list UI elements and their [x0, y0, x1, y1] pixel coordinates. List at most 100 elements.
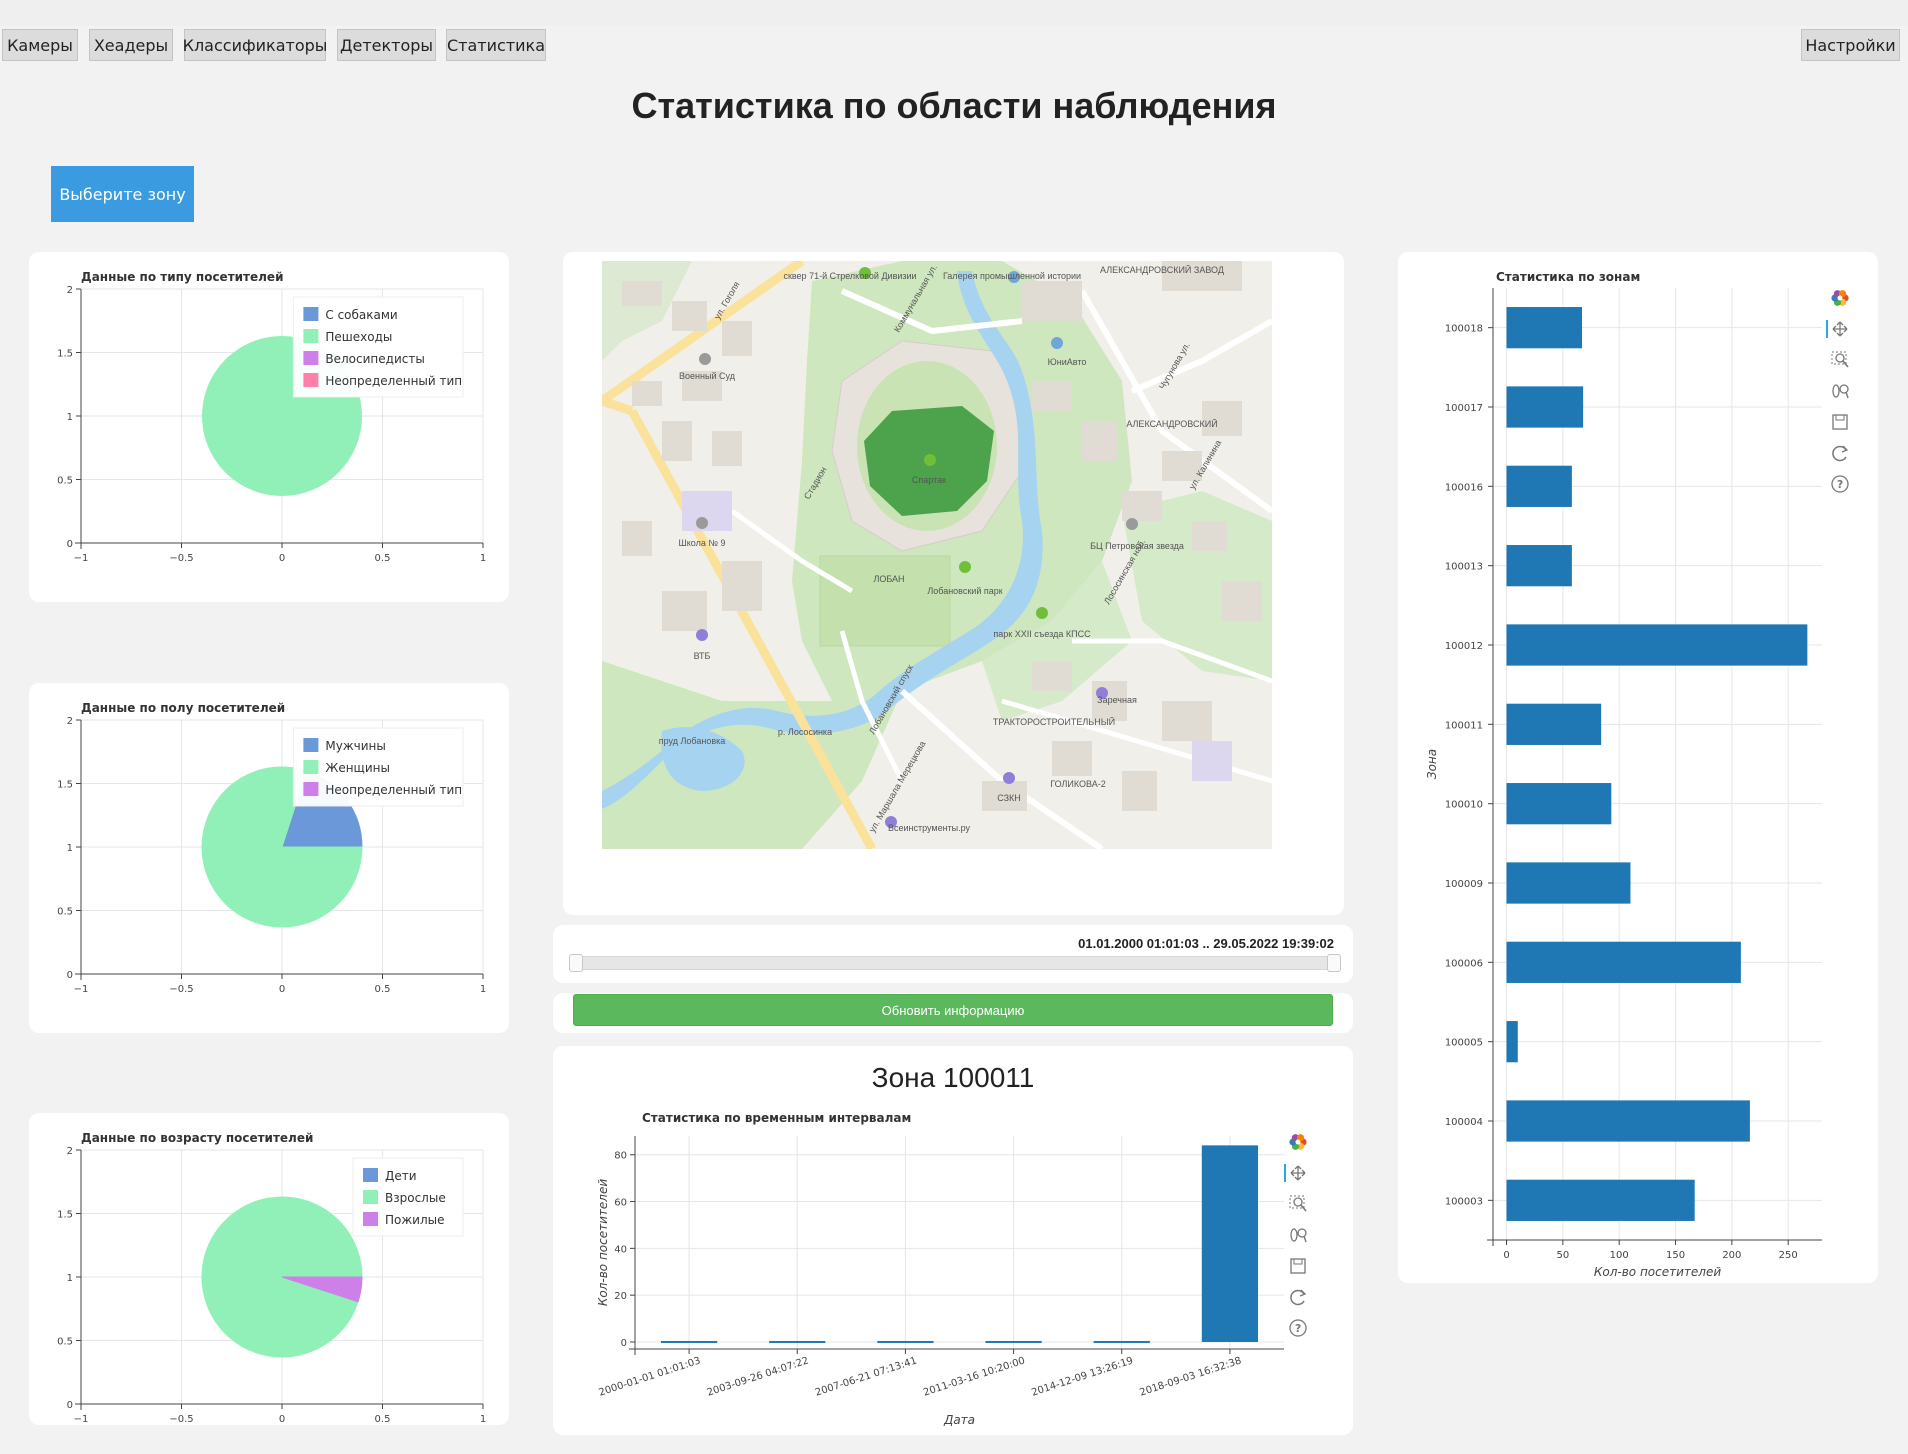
- map-label: пруд Лобановка: [658, 736, 726, 746]
- map-label: ул. Калинина: [1187, 438, 1224, 491]
- legend-swatch: [303, 307, 319, 321]
- map-label: Всеинструменты.ру: [887, 823, 971, 833]
- bokeh-logo-icon[interactable]: [1289, 1134, 1307, 1150]
- disk-label: [1293, 1258, 1303, 1265]
- y-tick-label: 0.5: [57, 1337, 73, 1348]
- legend-label: С собаками: [325, 308, 397, 322]
- time-range-label: 01.01.2000 01:01:03 .. 29.05.2022 19:39:…: [1078, 936, 1334, 951]
- update-info-button[interactable]: Обновить информацию: [573, 994, 1333, 1026]
- lens: [1293, 1197, 1303, 1207]
- zone-map[interactable]: сквер 71-й Стрелковой Дивизии Галерея про…: [602, 261, 1272, 849]
- bar-100013: [1506, 545, 1572, 587]
- legend-swatch: [303, 782, 319, 796]
- x-tick-label: 0.5: [375, 553, 391, 564]
- y-tick-label: 40: [614, 1244, 627, 1255]
- visitor-type-card: Данные по типу посетителей −1 −0.5 0 0.5 1 0 0.…: [29, 252, 509, 602]
- y-tick-label: 100009: [1445, 879, 1483, 890]
- pan-icon[interactable]: [1826, 320, 1848, 338]
- box-zoom-icon[interactable]: [1831, 351, 1849, 368]
- reset-icon[interactable]: [1832, 445, 1849, 462]
- x-tick-label: 0: [279, 553, 285, 564]
- nav-statistics[interactable]: Статистика: [446, 29, 546, 61]
- bar-interval: [1093, 1340, 1150, 1343]
- slider-end-handle[interactable]: [1327, 954, 1341, 972]
- x-tick-label: 1: [480, 553, 486, 564]
- legend-label: Неопределенный тип: [325, 783, 462, 797]
- box-zoom-icon[interactable]: [1289, 1195, 1307, 1212]
- map-label: Чугунова ул.: [1157, 340, 1192, 391]
- x-tick-label: 2011-03-16 10:20:00: [922, 1355, 1026, 1398]
- map-label: ул. Гоголя: [712, 279, 742, 321]
- bar-100009: [1506, 862, 1631, 904]
- y-tick-label: 80: [614, 1151, 627, 1162]
- map-label: ГОЛИКОВА-2: [1050, 779, 1106, 789]
- nav-classifiers[interactable]: Классификаторы: [183, 29, 327, 61]
- legend-label: Пожилые: [385, 1213, 445, 1227]
- y-tick-label: 1: [67, 412, 73, 423]
- save-icon[interactable]: [1290, 1258, 1306, 1274]
- y-tick-label: 100011: [1445, 720, 1483, 731]
- y-tick-label: 0.5: [57, 476, 73, 487]
- map-label: Лобановский спуск: [867, 662, 916, 736]
- bar-100018: [1506, 307, 1583, 349]
- map-label: ЛОБАН: [873, 574, 905, 584]
- x-tick-label: 250: [1779, 1250, 1798, 1261]
- bar-100006: [1506, 941, 1741, 983]
- chart-toolbar: ?: [1826, 290, 1849, 493]
- legend-label: Мужчины: [325, 739, 385, 753]
- y-tick-label: 0: [67, 970, 73, 981]
- y-tick-label: 1.5: [57, 349, 73, 360]
- y-tick-label: 1.5: [57, 780, 73, 791]
- y-tick-label: 100004: [1445, 1117, 1483, 1128]
- map-label: Военный Суд: [679, 371, 735, 381]
- reset-arc: [1290, 1289, 1305, 1306]
- wheel-zoom-icon[interactable]: [1832, 384, 1849, 399]
- map-label: ул. Маршала Мерецкова: [867, 739, 928, 834]
- help-icon[interactable]: ?: [1289, 1319, 1307, 1337]
- wheel-zoom-icon[interactable]: [1290, 1228, 1307, 1243]
- wheel: [1832, 384, 1840, 398]
- legend-label: Неопределенный тип: [325, 374, 462, 388]
- legend-label: Взрослые: [385, 1191, 446, 1205]
- lens: [1297, 1228, 1307, 1238]
- x-tick-label: −1: [74, 984, 89, 995]
- settings-button[interactable]: Настройки: [1801, 29, 1900, 61]
- map-label: парк XXII съезда КПСС: [993, 629, 1091, 639]
- y-tick-label: 0: [621, 1338, 627, 1349]
- bar-interval: [1201, 1145, 1259, 1342]
- y-tick-label: 100016: [1445, 482, 1483, 493]
- y-tick-label: 100010: [1445, 800, 1483, 811]
- reset-icon[interactable]: [1290, 1289, 1307, 1306]
- x-tick-label: −1: [74, 553, 89, 564]
- legend-label: Велосипедисты: [325, 352, 424, 366]
- pan-icon[interactable]: [1284, 1164, 1306, 1182]
- nav-detectors[interactable]: Детекторы: [337, 29, 436, 61]
- disk: [1832, 414, 1848, 430]
- save-icon[interactable]: [1832, 414, 1848, 430]
- chart-title: Статистика по зонам: [1496, 270, 1640, 284]
- x-tick-label: 0: [279, 1414, 285, 1425]
- help-icon[interactable]: ?: [1831, 475, 1849, 493]
- map-label: Заречная: [1097, 695, 1137, 705]
- reset-arc: [1832, 445, 1847, 462]
- bokeh-logo-icon[interactable]: [1831, 290, 1849, 306]
- nav-headers[interactable]: Хеадеры: [89, 29, 173, 61]
- x-tick-label: 150: [1666, 1250, 1685, 1261]
- legend-swatch: [363, 1190, 378, 1204]
- slider-start-handle[interactable]: [569, 954, 583, 972]
- x-tick-label: 1: [480, 1414, 486, 1425]
- map-label: ВТБ: [693, 651, 711, 661]
- select-zone-button[interactable]: Выберите зону: [51, 166, 194, 222]
- bar-interval: [985, 1340, 1042, 1343]
- legend-swatch: [363, 1212, 378, 1226]
- x-tick-label: 1: [480, 984, 486, 995]
- bar-100017: [1506, 386, 1584, 428]
- legend-swatch: [363, 1168, 378, 1182]
- bar-interval: [769, 1340, 826, 1343]
- bar-100011: [1506, 703, 1602, 745]
- time-range-slider[interactable]: [570, 956, 1336, 970]
- bar-100016: [1506, 465, 1572, 507]
- nav-cameras[interactable]: Камеры: [2, 29, 78, 61]
- x-tick-label: 0.5: [375, 1414, 391, 1425]
- zone-panel: Статистика по временным интервалам 2000-0…: [553, 1046, 1353, 1435]
